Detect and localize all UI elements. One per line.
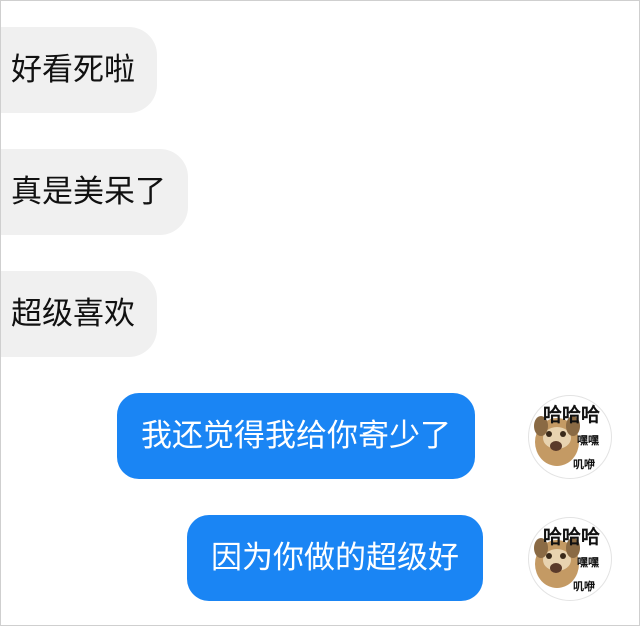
sticker-text: 嘿嘿 [577,434,599,447]
message-text: 好看死啦 [11,51,135,88]
incoming-message-bubble[interactable]: 超级喜欢 [1,271,157,357]
message-text: 我还觉得我给你寄少了 [141,417,451,454]
incoming-message-bubble[interactable]: 好看死啦 [1,27,157,113]
message-text: 超级喜欢 [11,295,135,332]
message-text: 真是美呆了 [11,173,166,210]
sticker-text: 嘿嘿 [577,556,599,569]
sticker-text: 叽咿 [573,580,595,593]
outgoing-message-bubble[interactable]: 我还觉得我给你寄少了 [117,393,475,479]
sticker-text: 叽咿 [573,458,595,471]
outgoing-message-bubble[interactable]: 因为你做的超级好 [187,515,483,601]
sticker-text: 哈哈哈 [543,526,601,548]
message-text: 因为你做的超级好 [211,539,459,576]
chat-screen: 好看死啦 真是美呆了 超级喜欢 我还觉得我给你寄少了 哈哈哈 嘿嘿 叽咿 因为你… [0,0,640,626]
avatar[interactable]: 哈哈哈 嘿嘿 叽咿 [528,395,612,479]
avatar[interactable]: 哈哈哈 嘿嘿 叽咿 [528,517,612,601]
sticker-text: 哈哈哈 [543,404,601,426]
incoming-message-bubble[interactable]: 真是美呆了 [1,149,188,235]
